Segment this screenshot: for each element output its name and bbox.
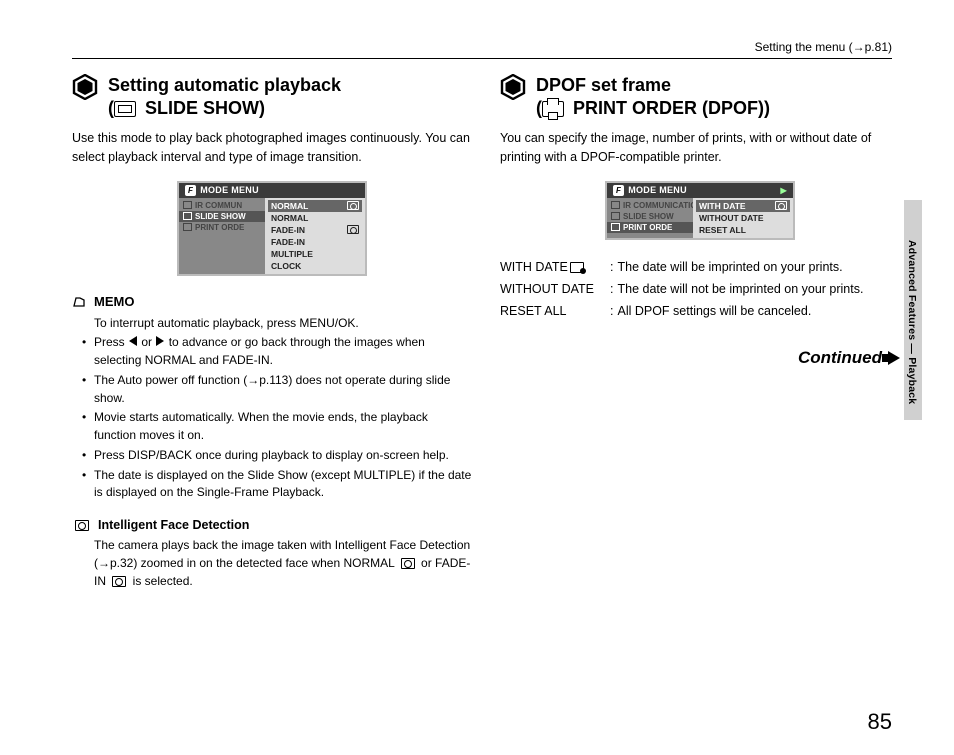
menu-nav-arrow-icon: ▶ xyxy=(781,186,787,195)
memo-item: Movie starts automatically. When the mov… xyxy=(94,409,472,445)
manual-page: Setting the menu (→p.81) Advanced Featur… xyxy=(0,0,954,755)
def-val-resetall: :All DPOF settings will be canceled. xyxy=(610,302,900,320)
date-badge-icon xyxy=(775,201,787,210)
opt-resetall: RESET ALL xyxy=(696,224,790,236)
menu-left-pane: IR COMMUN SLIDE SHOW PRINT ORDE xyxy=(179,198,265,274)
memo-heading: MEMO xyxy=(72,294,472,309)
opt-normal: NORMAL xyxy=(268,212,362,224)
opt-clock: CLOCK xyxy=(268,260,362,272)
ifd-heading: Intelligent Face Detection xyxy=(72,518,472,532)
face-detection-icon xyxy=(401,558,415,569)
page-number: 85 xyxy=(868,709,892,735)
opt-normal-face: NORMAL xyxy=(268,200,362,212)
def-term-withoutdate: WITHOUT DATE xyxy=(500,280,610,298)
def-val-withdate: :The date will be imprinted on your prin… xyxy=(610,258,900,276)
title-line1: Setting automatic playback xyxy=(108,74,341,97)
title-line2-label: PRINT ORDER (DPOF)) xyxy=(568,98,770,118)
hexagon-bullet-icon xyxy=(500,74,526,105)
memo-label: MEMO xyxy=(94,294,134,309)
title-line2: ( PRINT ORDER (DPOF)) xyxy=(536,97,770,120)
continued-arrow-icon xyxy=(888,351,900,365)
section-title-slideshow: Setting automatic playback ( SLIDE SHOW) xyxy=(72,74,472,119)
memo-list: To interrupt automatic playback, press M… xyxy=(72,315,472,503)
menu-item-ir: IR COMMUN xyxy=(179,200,265,211)
right-column: DPOF set frame ( PRINT ORDER (DPOF)) You… xyxy=(500,74,900,590)
dpof-definitions: WITH DATE :The date will be imprinted on… xyxy=(500,258,900,320)
face-icon xyxy=(347,201,359,210)
menu-item-slideshow: SLIDE SHOW xyxy=(179,211,265,222)
side-section-label: Advanced Features — Playback xyxy=(906,240,918,404)
print-order-icon xyxy=(542,101,564,117)
title-line2-label: SLIDE SHOW) xyxy=(140,98,265,118)
hexagon-bullet-icon xyxy=(72,74,98,105)
menu-header-label: MODE MENU xyxy=(628,185,687,195)
menu-screenshot-slideshow: F MODE MENU IR COMMUN SLIDE SHOW PRINT OR… xyxy=(177,181,367,276)
ifd-title: Intelligent Face Detection xyxy=(98,518,249,532)
slideshow-icon xyxy=(114,101,136,117)
ir-item-icon xyxy=(183,201,192,209)
f-mode-icon: F xyxy=(613,185,624,196)
def-val-withoutdate: :The date will not be imprinted on your … xyxy=(610,280,900,298)
continued-indicator: Continued xyxy=(500,348,900,368)
menu-right-pane: NORMAL NORMAL FADE-IN FADE-IN MULTIPLE C… xyxy=(265,198,365,274)
print-item-icon xyxy=(183,223,192,231)
opt-multiple: MULTIPLE xyxy=(268,248,362,260)
print-item-icon xyxy=(611,223,620,231)
slide-item-icon xyxy=(611,212,620,220)
ifd-body: The camera plays back the image taken wi… xyxy=(72,536,472,590)
header-rule xyxy=(72,58,892,59)
memo-item: Press or to advance or go back through t… xyxy=(94,334,472,370)
face-detection-icon xyxy=(75,520,89,531)
opt-withdate: WITH DATE xyxy=(696,200,790,212)
opt-fadein-face: FADE-IN xyxy=(268,224,362,236)
menu-header: F MODE MENU ▶ xyxy=(607,183,793,198)
def-term-withdate: WITH DATE xyxy=(500,258,610,276)
ifd-text: is selected. xyxy=(129,574,192,588)
memo-item: Press DISP/BACK once during playback to … xyxy=(94,447,472,465)
def-term-resetall: RESET ALL xyxy=(500,302,610,320)
menu-left-pane: IR COMMUNICATION SLIDE SHOW PRINT ORDE xyxy=(607,198,693,238)
date-badge-icon xyxy=(570,262,584,273)
menu-item-slideshow: SLIDE SHOW xyxy=(607,211,693,222)
memo-item: The Auto power off function (→p.113) doe… xyxy=(94,372,472,408)
opt-fadein: FADE-IN xyxy=(268,236,362,248)
dpof-intro: You can specify the image, number of pri… xyxy=(500,129,900,167)
opt-withoutdate: WITHOUT DATE xyxy=(696,212,790,224)
menu-item-ir: IR COMMUNICATION xyxy=(607,200,693,211)
title-line1: DPOF set frame xyxy=(536,74,770,97)
memo-hand-icon xyxy=(72,294,88,308)
ir-item-icon xyxy=(611,201,620,209)
menu-header-label: MODE MENU xyxy=(200,185,259,195)
menu-screenshot-dpof: F MODE MENU ▶ IR COMMUNICATION SLIDE SHOW … xyxy=(605,181,795,240)
menu-item-printorder: PRINT ORDE xyxy=(179,222,265,233)
memo-item: To interrupt automatic playback, press M… xyxy=(94,315,472,333)
title-line2: ( SLIDE SHOW) xyxy=(108,97,341,120)
slide-item-icon xyxy=(183,212,192,220)
left-arrow-icon xyxy=(129,336,137,346)
right-arrow-icon xyxy=(156,336,164,346)
section-title-dpof: DPOF set frame ( PRINT ORDER (DPOF)) xyxy=(500,74,900,119)
header-reference: Setting the menu (→p.81) xyxy=(755,40,892,54)
menu-right-pane: WITH DATE WITHOUT DATE RESET ALL xyxy=(693,198,793,238)
continued-label: Continued xyxy=(798,348,882,368)
left-column: Setting automatic playback ( SLIDE SHOW)… xyxy=(72,74,472,590)
menu-header: F MODE MENU xyxy=(179,183,365,198)
slideshow-intro: Use this mode to play back photographed … xyxy=(72,129,472,167)
f-mode-icon: F xyxy=(185,185,196,196)
memo-item: The date is displayed on the Slide Show … xyxy=(94,467,472,503)
menu-item-printorder: PRINT ORDE xyxy=(607,222,693,233)
face-detection-icon xyxy=(112,576,126,587)
face-icon xyxy=(347,225,359,234)
